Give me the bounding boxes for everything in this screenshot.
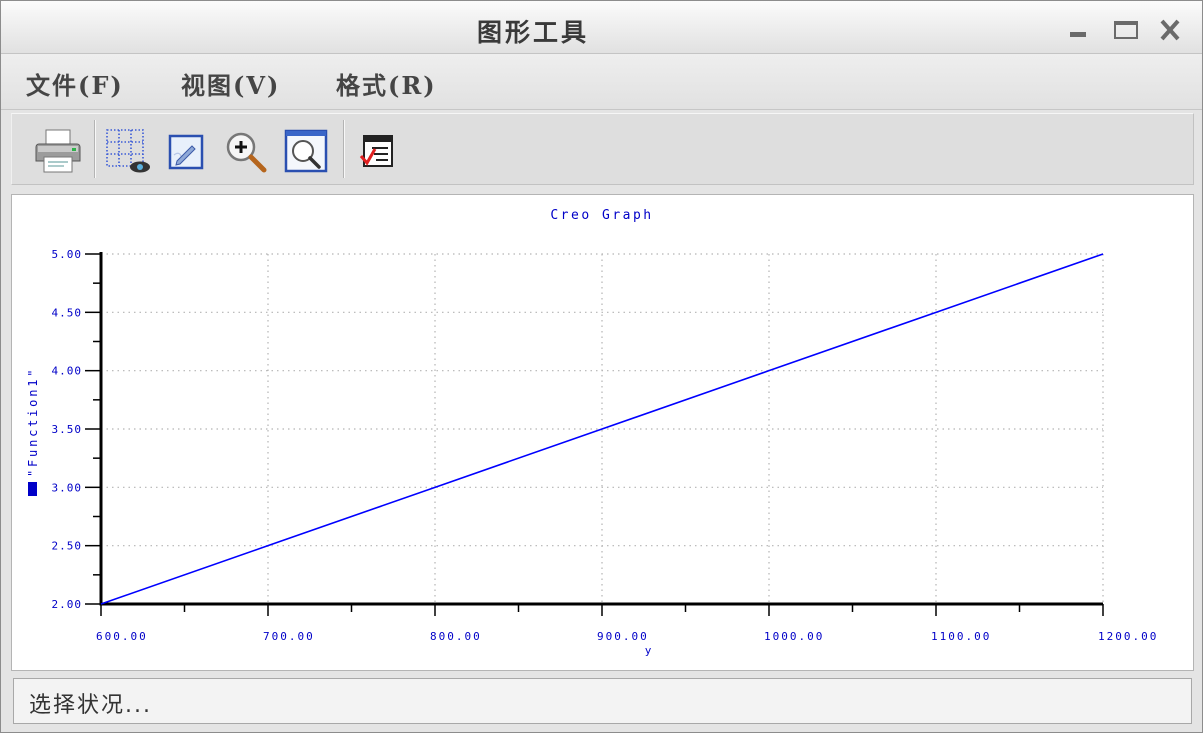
y-tick-label: 4.00 xyxy=(52,365,83,378)
minimize-button[interactable] xyxy=(1065,21,1091,43)
title-bar[interactable]: 图形工具 xyxy=(1,1,1202,54)
toolbar-separator xyxy=(343,120,345,178)
menu-format[interactable]: 格式(R) xyxy=(332,64,441,103)
x-axis-label: y xyxy=(645,644,652,657)
chart-title: Creo Graph xyxy=(550,208,653,223)
creo-graph-chart: 600.00 700.00 800.00 900.00 1000.00 1100.00 12… xyxy=(26,208,1158,657)
edit-format-button[interactable] xyxy=(168,134,204,174)
zoom-in-button[interactable] xyxy=(223,129,269,179)
menu-file[interactable]: 文件(F) xyxy=(22,64,128,103)
graph-tool-window: 图形工具 文件(F) 视图(V) 格式(R) 600.00 700.00 800… xyxy=(0,0,1203,733)
status-text: 选择状况... xyxy=(29,693,152,718)
x-tick-label: 600.00 xyxy=(96,630,148,643)
status-bar: 选择状况... xyxy=(13,678,1192,724)
grid-select-button[interactable] xyxy=(104,127,152,179)
zoom-window-icon xyxy=(284,129,328,173)
y-tick-label: 2.50 xyxy=(52,540,83,553)
legend-swatch xyxy=(28,482,37,496)
zoom-in-icon xyxy=(226,132,267,173)
plot-panel: 600.00 700.00 800.00 900.00 1000.00 1100.00 12… xyxy=(11,194,1194,671)
zoom-window-button[interactable] xyxy=(284,129,328,177)
edit-format-icon xyxy=(168,134,204,170)
y-tick-label: 2.00 xyxy=(52,598,83,611)
y-tick-label: 3.00 xyxy=(52,481,83,494)
y-axis-label: "Function1" xyxy=(26,367,40,477)
grid-select-icon xyxy=(106,129,150,173)
x-tick-label: 1100.00 xyxy=(931,630,991,643)
minimize-icon xyxy=(1070,32,1086,37)
close-icon xyxy=(1160,19,1180,41)
x-tick-label: 700.00 xyxy=(263,630,315,643)
checklist-button[interactable] xyxy=(358,132,396,174)
y-tick-label: 4.50 xyxy=(52,306,83,319)
close-button[interactable] xyxy=(1156,16,1184,44)
print-button[interactable] xyxy=(34,128,82,178)
window-title: 图形工具 xyxy=(477,18,590,47)
y-tick-label: 3.50 xyxy=(52,423,83,436)
x-tick-label: 900.00 xyxy=(597,630,649,643)
x-tick-label: 1200.00 xyxy=(1098,630,1158,643)
toolbar-separator xyxy=(94,120,96,178)
x-tick-label: 800.00 xyxy=(430,630,482,643)
checklist-icon xyxy=(359,135,393,167)
printer-icon xyxy=(35,129,81,173)
maximize-button[interactable] xyxy=(1110,17,1142,43)
y-tick-label: 5.00 xyxy=(52,248,83,261)
x-tick-label: 1000.00 xyxy=(764,630,824,643)
toolbar xyxy=(11,113,1194,185)
menu-view[interactable]: 视图(V) xyxy=(177,64,284,103)
maximize-icon xyxy=(1114,21,1138,39)
menu-bar: 文件(F) 视图(V) 格式(R) xyxy=(1,54,1202,110)
